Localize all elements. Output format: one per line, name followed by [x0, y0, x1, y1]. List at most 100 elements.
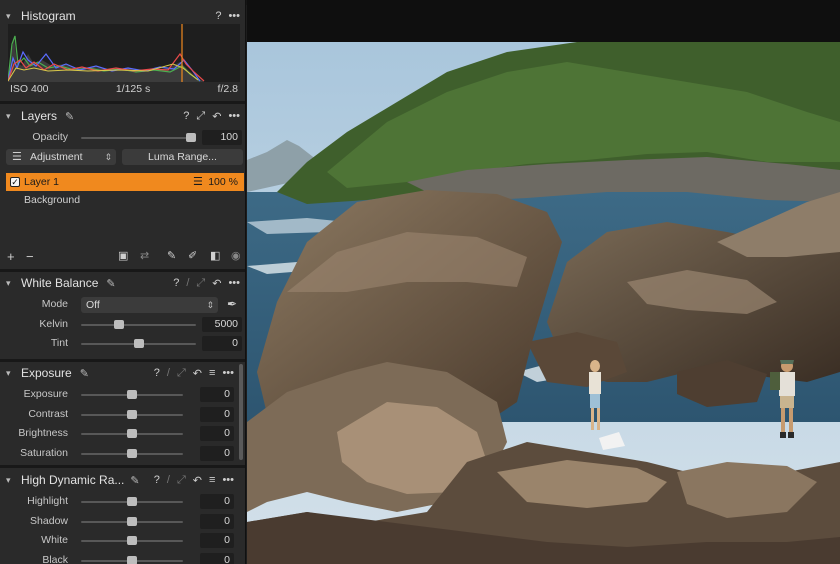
chevron-down-icon[interactable]: ▾ — [6, 278, 16, 289]
hdr-slider-handle[interactable] — [127, 536, 137, 545]
apply-icon[interactable]: ⤢ — [177, 474, 186, 487]
exposure-slider[interactable] — [81, 429, 183, 438]
hdr-label: Highlight — [27, 495, 68, 507]
copy-icon[interactable]: / — [167, 474, 170, 486]
tint-value[interactable]: 0 — [202, 336, 242, 351]
list-icon[interactable]: ≡ — [209, 474, 215, 486]
hdr-value[interactable]: 0 — [200, 533, 234, 548]
histogram-title: Histogram — [21, 9, 76, 23]
exposure-slider[interactable] — [81, 409, 183, 419]
exposure-title: Exposure — [21, 366, 72, 380]
kelvin-value[interactable]: 5000 — [202, 317, 242, 332]
more-icon[interactable]: ••• — [228, 277, 240, 289]
brush-icon[interactable]: ✎ — [167, 249, 176, 262]
help-icon[interactable]: ? — [154, 367, 160, 379]
wb-mode-dropdown[interactable]: Off ⇕ — [81, 297, 218, 313]
more-icon[interactable]: ••• — [228, 110, 240, 122]
exposure-row: Exposure 0 — [0, 386, 245, 404]
picker-icon[interactable]: ✎ — [106, 277, 115, 290]
adjustment-dropdown[interactable]: ☰ Adjustment ⇕ — [6, 149, 116, 165]
hdr-value[interactable]: 0 — [200, 513, 234, 529]
chevron-down-icon[interactable]: ▾ — [6, 111, 16, 122]
exposure-value[interactable]: 0 — [200, 387, 234, 402]
white-balance-header[interactable]: ▾ White Balance ✎ ? / ⤢ ↶ ••• — [0, 272, 245, 294]
luma-range-button[interactable]: Luma Range... — [122, 149, 243, 165]
opacity-slider-handle[interactable] — [186, 133, 196, 142]
hdr-slider-handle[interactable] — [127, 497, 137, 506]
copy-icon[interactable]: / — [167, 367, 170, 379]
eyedropper-icon[interactable]: ✒ — [227, 297, 237, 311]
layers-header[interactable]: ▾ Layers ✎ ? ⤢ ↶ ••• — [0, 105, 245, 127]
opacity-value[interactable]: 100 — [202, 130, 242, 145]
chevron-down-icon[interactable]: ▾ — [6, 475, 16, 486]
opacity-row: Opacity 100 — [0, 129, 245, 147]
radial-icon[interactable]: ◉ — [231, 249, 241, 262]
kelvin-slider-handle[interactable] — [113, 320, 124, 329]
mask-icon[interactable]: ▣ — [118, 249, 128, 262]
exposure-slider-handle[interactable] — [127, 390, 137, 399]
hdr-slider-handle[interactable] — [127, 516, 137, 526]
reset-icon[interactable]: ↶ — [212, 110, 221, 123]
help-icon[interactable]: ? — [173, 277, 179, 289]
help-icon[interactable]: ? — [154, 474, 160, 486]
hdr-slider[interactable] — [81, 555, 183, 564]
copy-icon[interactable]: / — [186, 277, 189, 289]
hdr-slider-handle[interactable] — [127, 555, 137, 564]
reset-icon[interactable]: ↶ — [193, 367, 202, 380]
hdr-value[interactable]: 0 — [200, 494, 234, 509]
reset-icon[interactable]: ↶ — [212, 277, 221, 290]
more-icon[interactable]: ••• — [228, 10, 240, 22]
panel-scrollbar[interactable] — [239, 364, 243, 460]
add-layer-icon[interactable]: + — [7, 249, 15, 264]
eraser-icon[interactable]: ✐ — [188, 249, 197, 262]
exposure-value[interactable]: 0 — [200, 445, 234, 461]
hdr-slider[interactable] — [81, 497, 183, 506]
hdr-value[interactable]: 0 — [200, 552, 234, 564]
exposure-row: Contrast 0 — [0, 406, 245, 424]
reset-icon[interactable]: ↶ — [193, 474, 202, 487]
exposure-value[interactable]: 0 — [200, 406, 234, 422]
layer-name: Background — [24, 194, 81, 206]
picker-icon[interactable]: ✎ — [130, 474, 139, 487]
exposure-header[interactable]: ▾ Exposure ✎ ? / ⤢ ↶ ≡ ••• — [0, 362, 245, 384]
image-viewer[interactable] — [247, 0, 840, 564]
mode-label: Mode — [41, 298, 68, 310]
kelvin-row: Kelvin 5000 — [0, 316, 245, 334]
kelvin-slider[interactable] — [81, 320, 196, 329]
layer-item[interactable]: Background — [6, 191, 244, 209]
help-icon[interactable]: ? — [183, 110, 189, 122]
swap-icon[interactable]: ⇄ — [140, 249, 149, 262]
chevron-down-icon[interactable]: ▾ — [6, 11, 16, 22]
white-balance-title: White Balance — [21, 276, 99, 290]
layer-item-active[interactable]: ✓ Layer 1 ☰ 100 % — [6, 173, 244, 191]
exposure-slider[interactable] — [81, 448, 183, 458]
section-divider — [0, 465, 245, 468]
apply-icon[interactable]: ⤢ — [196, 277, 205, 290]
copy-icon[interactable]: ⤢ — [196, 110, 205, 123]
more-icon[interactable]: ••• — [222, 367, 234, 379]
gradient-icon[interactable]: ◧ — [210, 249, 220, 262]
exposure-slider-handle[interactable] — [127, 429, 137, 438]
more-icon[interactable]: ••• — [222, 474, 234, 486]
list-icon[interactable]: ≡ — [209, 367, 215, 379]
photo-rocky-coast[interactable] — [247, 42, 840, 564]
chevron-down-icon[interactable]: ▾ — [6, 368, 16, 379]
exposure-slider[interactable] — [81, 390, 183, 399]
hdr-slider[interactable] — [81, 536, 183, 545]
hdr-slider[interactable] — [81, 516, 183, 526]
opacity-slider[interactable] — [81, 133, 196, 142]
picker-icon[interactable]: ✎ — [65, 110, 74, 123]
exposure-slider-handle[interactable] — [127, 409, 137, 419]
updown-chevron-icon: ⇕ — [206, 300, 214, 310]
remove-layer-icon[interactable]: − — [26, 249, 34, 264]
exposure-value[interactable]: 0 — [200, 426, 234, 441]
picker-icon[interactable]: ✎ — [80, 367, 89, 380]
tint-slider[interactable] — [81, 339, 196, 348]
layer-visibility-checkbox[interactable]: ✓ — [10, 177, 20, 187]
hdr-header[interactable]: ▾ High Dynamic Ra... ✎ ? / ⤢ ↶ ≡ ••• — [0, 469, 245, 491]
tint-slider-handle[interactable] — [133, 339, 144, 348]
exposure-slider-handle[interactable] — [127, 448, 137, 458]
help-icon[interactable]: ? — [215, 10, 221, 22]
apply-icon[interactable]: ⤢ — [177, 367, 186, 380]
hdr-label: Shadow — [30, 514, 68, 527]
